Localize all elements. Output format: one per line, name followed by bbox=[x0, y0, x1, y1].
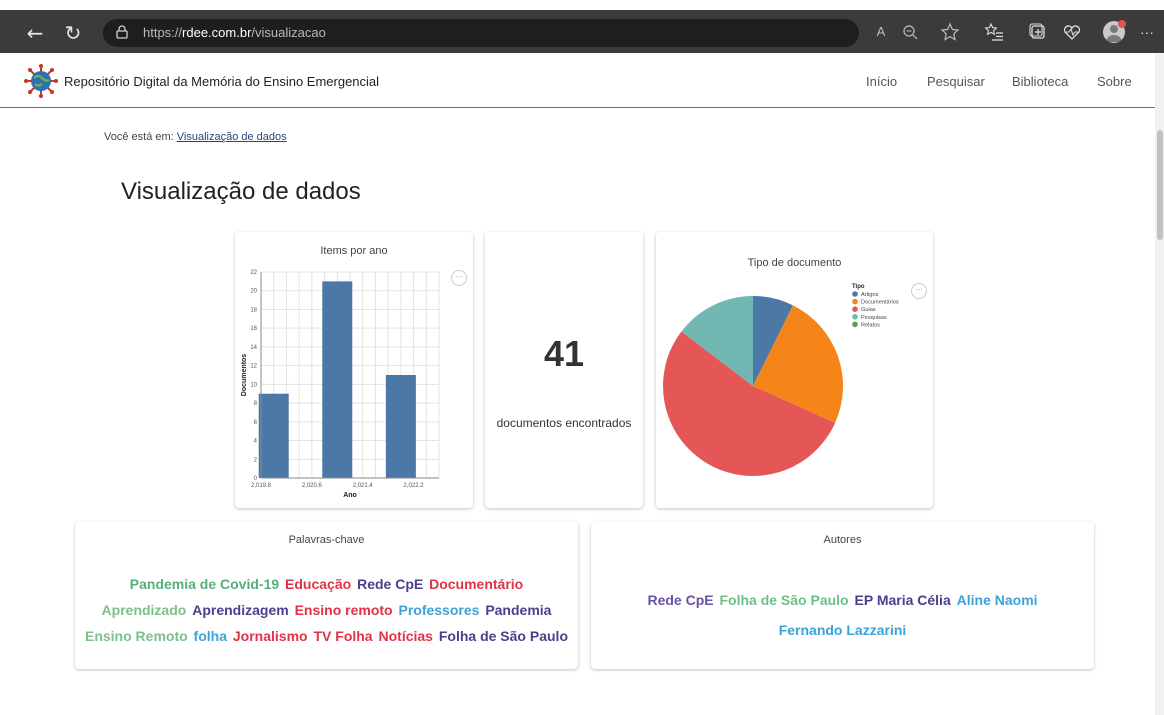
collections-icon[interactable] bbox=[1027, 21, 1049, 43]
author-cloud: Rede CpE Folha de São Paulo EP Maria Cél… bbox=[621, 585, 1064, 645]
legend-label: Artigos bbox=[861, 292, 879, 298]
read-aloud-icon[interactable]: A bbox=[870, 21, 892, 43]
legend-swatch bbox=[852, 314, 858, 320]
breadcrumb-prefix: Você está em: bbox=[104, 131, 174, 143]
url-path: /visualizacao bbox=[251, 25, 326, 40]
legend-swatch bbox=[852, 306, 858, 312]
nav-link-pesquisar[interactable]: Pesquisar bbox=[927, 74, 985, 89]
favorite-star-icon[interactable] bbox=[939, 21, 961, 43]
browser-essentials-icon[interactable] bbox=[1061, 21, 1083, 43]
back-icon[interactable]: ← bbox=[22, 20, 48, 46]
tipo-documento-title: Tipo de documento bbox=[747, 257, 842, 269]
page-title: Visualização de dados bbox=[121, 178, 361, 205]
keyword-tag[interactable]: Documentário bbox=[429, 576, 523, 592]
refresh-icon[interactable]: ↻ bbox=[60, 20, 86, 46]
legend-label: Documentários bbox=[861, 300, 899, 306]
keyword-tag[interactable]: Pandemia de Covid-19 bbox=[130, 576, 279, 592]
url-prefix: https:// bbox=[143, 25, 183, 40]
y-tick-label: 18 bbox=[250, 307, 257, 313]
tipo-documento-card: Tipo de documento ··· Tipo Artigos Documen… bbox=[656, 232, 933, 508]
autores-title: Autores bbox=[823, 534, 862, 546]
author-tag[interactable]: Folha de São Paulo bbox=[719, 592, 848, 608]
legend-swatch bbox=[852, 298, 858, 305]
palavras-chave-card: Palavras-chave Pandemia de Covid-19 Educ… bbox=[75, 522, 578, 669]
author-tag[interactable]: Rede CpE bbox=[647, 592, 713, 608]
palavras-chave-title: Palavras-chave bbox=[288, 534, 365, 546]
pie-chart: Tipo Artigos DocumentáriosGuias PesquisasRe… bbox=[663, 284, 899, 476]
window-top-strip bbox=[0, 0, 1164, 10]
favorites-list-icon[interactable] bbox=[983, 21, 1005, 43]
legend-title: Tipo bbox=[852, 284, 865, 290]
keyword-tag[interactable]: TV Folha bbox=[313, 628, 372, 644]
keyword-tag[interactable]: Pandemia bbox=[485, 602, 551, 618]
breadcrumb: Você está em: Visualização de dados bbox=[104, 131, 287, 143]
y-tick-label: 16 bbox=[250, 326, 257, 332]
document-count-value: 41 bbox=[543, 333, 585, 374]
nav-link-biblioteca[interactable]: Biblioteca bbox=[1012, 74, 1068, 89]
chart-actions-more-icon[interactable]: ··· bbox=[451, 270, 467, 286]
keyword-tag[interactable]: Jornalismo bbox=[233, 628, 308, 644]
x-tick-label: 2,022.2 bbox=[404, 483, 425, 489]
items-por-ano-title: Items por ano bbox=[320, 245, 388, 257]
lock-icon[interactable] bbox=[116, 25, 128, 39]
y-tick-label: 2 bbox=[254, 457, 258, 463]
y-tick-label: 8 bbox=[254, 401, 258, 407]
autores-card: Autores Rede CpE Folha de São Paulo EP M… bbox=[591, 522, 1094, 669]
keyword-tag[interactable]: Educação bbox=[285, 576, 351, 592]
site-header: Repositório Digital da Memória do Ensino… bbox=[0, 53, 1155, 108]
y-tick-label: 20 bbox=[250, 289, 257, 295]
zoom-icon[interactable] bbox=[899, 21, 921, 43]
bar-chart: 0 2 4 6 8 10 12 14 16 18 20 22 2,019.8 2,020.6 2,021.4… bbox=[241, 270, 440, 499]
author-tag[interactable]: Fernando Lazzarini bbox=[779, 622, 907, 638]
author-tag[interactable]: EP Maria Célia bbox=[855, 592, 951, 608]
url-text[interactable]: https://rdee.com.br/visualizacao bbox=[143, 25, 326, 40]
keyword-tag[interactable]: Aprendizagem bbox=[192, 602, 288, 618]
keyword-tag[interactable]: folha bbox=[194, 628, 227, 644]
keyword-tag[interactable]: Folha de São Paulo bbox=[439, 628, 568, 644]
y-tick-label: 0 bbox=[254, 476, 258, 482]
legend-swatch bbox=[852, 291, 858, 297]
site-title[interactable]: Repositório Digital da Memória do Ensino… bbox=[64, 74, 379, 89]
y-tick-label: 22 bbox=[250, 270, 257, 276]
keyword-cloud: Pandemia de Covid-19 Educação Rede CpE D… bbox=[83, 571, 570, 649]
items-por-ano-card: Items por ano ··· 0 2 4 6 8 10 12 14 16 18 20 22 2,0… bbox=[235, 232, 473, 508]
bar-2021 bbox=[322, 281, 353, 478]
profile-notification-dot bbox=[1118, 20, 1126, 28]
x-tick-label: 2,019.8 bbox=[251, 483, 272, 489]
page-scrollbar-thumb[interactable] bbox=[1157, 130, 1163, 240]
keyword-tag[interactable]: Ensino remoto bbox=[295, 602, 393, 618]
keyword-tag[interactable]: Rede CpE bbox=[357, 576, 423, 592]
x-tick-label: 2,021.4 bbox=[353, 483, 374, 489]
y-tick-label: 10 bbox=[250, 382, 257, 388]
url-host: rdee.com.br bbox=[182, 25, 252, 40]
legend-swatch bbox=[852, 321, 858, 328]
legend-label: Guias bbox=[861, 307, 876, 313]
site-logo-virus-icon[interactable] bbox=[24, 64, 58, 98]
bar-2022 bbox=[385, 375, 416, 478]
bar-2020 bbox=[258, 393, 289, 478]
keyword-tag[interactable]: Aprendizado bbox=[102, 602, 187, 618]
y-tick-label: 6 bbox=[254, 420, 258, 426]
keyword-tag[interactable]: Professores bbox=[398, 602, 479, 618]
nav-link-sobre[interactable]: Sobre bbox=[1097, 74, 1132, 89]
y-tick-label: 14 bbox=[250, 345, 257, 351]
legend-label: Pesquisas bbox=[861, 315, 887, 321]
breadcrumb-link-current[interactable]: Visualização de dados bbox=[177, 131, 287, 143]
pie-actions-more-icon[interactable]: ··· bbox=[911, 283, 927, 299]
nav-link-inicio[interactable]: Início bbox=[866, 74, 897, 89]
author-tag[interactable]: Aline Naomi bbox=[957, 592, 1038, 608]
legend-label: Relatos bbox=[861, 322, 880, 328]
keyword-tag[interactable]: Notícias bbox=[379, 628, 433, 644]
y-tick-label: 4 bbox=[254, 439, 258, 445]
y-axis-title: Documentos bbox=[241, 354, 248, 397]
x-axis-title: Ano bbox=[343, 492, 357, 499]
y-tick-label: 12 bbox=[250, 364, 257, 370]
keyword-tag[interactable]: Ensino Remoto bbox=[85, 628, 188, 644]
x-tick-label: 2,020.6 bbox=[302, 483, 323, 489]
document-count-card: 41 documentos encontrados bbox=[485, 232, 643, 508]
document-count-caption: documentos encontrados bbox=[496, 416, 632, 430]
more-menu-icon[interactable]: ··· bbox=[1140, 21, 1162, 43]
